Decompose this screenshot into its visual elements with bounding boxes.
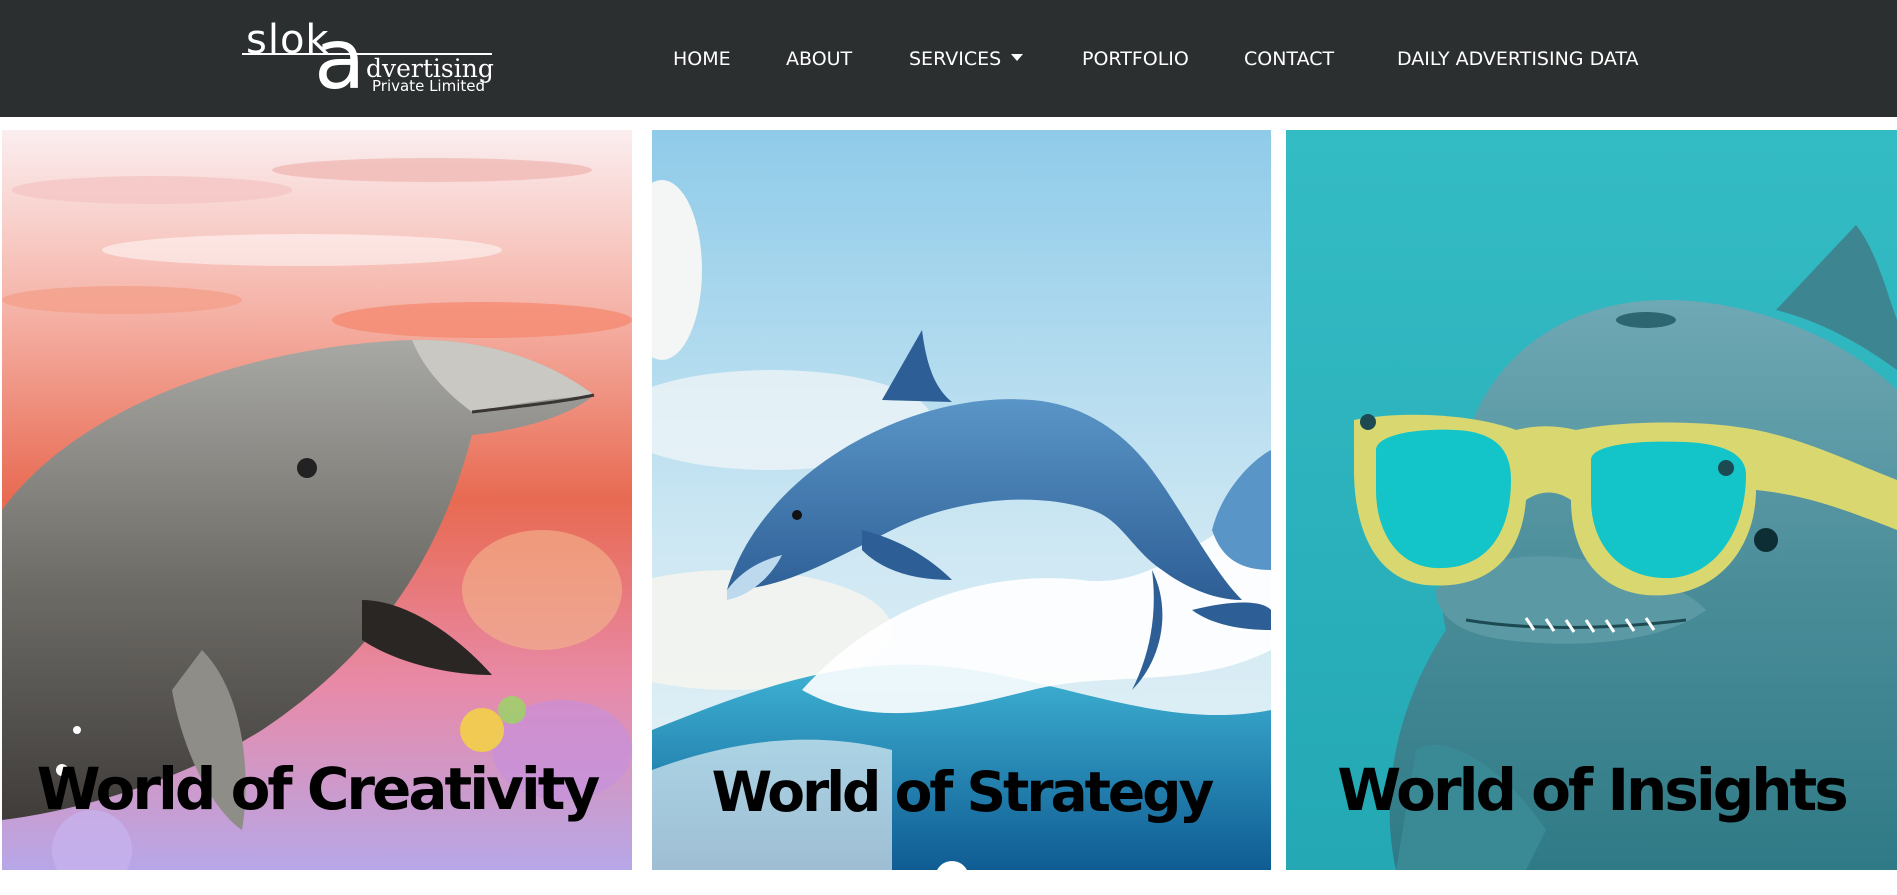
panel-title-strategy: World of Strategy [711,760,1215,824]
nav-portfolio[interactable]: PORTFOLIO [1082,48,1189,70]
nav-services[interactable]: SERVICES [909,48,1024,70]
slider-indicator-dot[interactable] [935,861,969,895]
nav-contact[interactable]: CONTACT [1244,48,1334,70]
panel-title-creativity: World of Creativity [36,755,601,823]
caret-down-icon [1011,54,1024,61]
nav-home[interactable]: HOME [673,48,731,70]
main-nav: HOME ABOUT SERVICES PORTFOLIO CONTACT DA… [0,0,1897,117]
panel-creativity[interactable]: World of Creativity [2,130,632,870]
panel-insights[interactable]: World of Insights [1286,130,1897,870]
panel-title-insights: World of Insights [1337,756,1849,824]
panel-strategy[interactable]: World of Strategy [652,130,1271,870]
site-header: slok a dvertising Private Limited HOME A… [0,0,1897,117]
nav-about[interactable]: ABOUT [786,48,852,70]
nav-daily-advertising-data[interactable]: DAILY ADVERTISING DATA [1397,48,1639,70]
nav-services-label: SERVICES [909,48,1002,70]
